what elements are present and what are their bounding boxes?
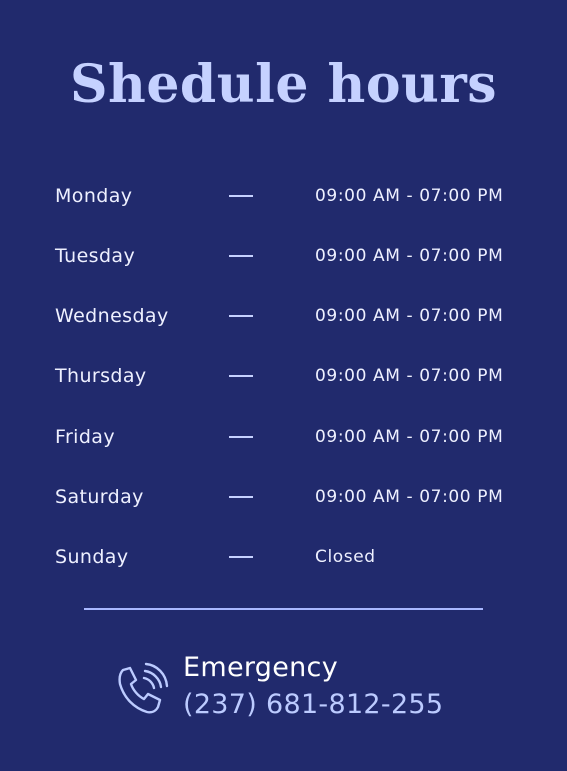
schedule-row-tuesday: Tuesday 09:00 AM - 07:00 PM [0, 241, 567, 271]
hours-value: 09:00 AM - 07:00 PM [315, 427, 504, 447]
phone-call-icon [114, 662, 170, 718]
dash-separator [229, 436, 253, 438]
day-label: Saturday [55, 486, 144, 508]
emergency-contact[interactable]: Emergency (237) 681-812-255 [114, 650, 474, 730]
day-label: Tuesday [55, 245, 136, 267]
page-title: Shedule hours [69, 54, 498, 115]
day-label: Monday [55, 185, 133, 207]
day-label: Thursday [55, 365, 147, 387]
emergency-label: Emergency [183, 652, 338, 683]
day-label: Wednesday [55, 305, 169, 327]
hours-value: 09:00 AM - 07:00 PM [315, 487, 504, 507]
divider-line [84, 608, 483, 610]
hours-value: 09:00 AM - 07:00 PM [315, 366, 504, 386]
schedule-row-thursday: Thursday 09:00 AM - 07:00 PM [0, 361, 567, 391]
dash-separator [229, 496, 253, 498]
schedule-row-monday: Monday 09:00 AM - 07:00 PM [0, 181, 567, 211]
emergency-phone-number[interactable]: (237) 681-812-255 [183, 687, 443, 723]
schedule-row-saturday: Saturday 09:00 AM - 07:00 PM [0, 482, 567, 512]
hours-value: 09:00 AM - 07:00 PM [315, 186, 504, 206]
day-label: Sunday [55, 546, 129, 568]
dash-separator [229, 375, 253, 377]
day-label: Friday [55, 426, 115, 448]
schedule-row-friday: Friday 09:00 AM - 07:00 PM [0, 422, 567, 452]
dash-separator [229, 195, 253, 197]
hours-value: 09:00 AM - 07:00 PM [315, 246, 504, 266]
hours-value: 09:00 AM - 07:00 PM [315, 306, 504, 326]
dash-separator [229, 556, 253, 558]
schedule-row-wednesday: Wednesday 09:00 AM - 07:00 PM [0, 301, 567, 331]
dash-separator [229, 255, 253, 257]
schedule-page: { "title": "Shedule hours", "schedule": … [0, 0, 567, 771]
schedule-row-sunday: Sunday Closed [0, 542, 567, 572]
hours-value: Closed [315, 547, 376, 567]
dash-separator [229, 315, 253, 317]
